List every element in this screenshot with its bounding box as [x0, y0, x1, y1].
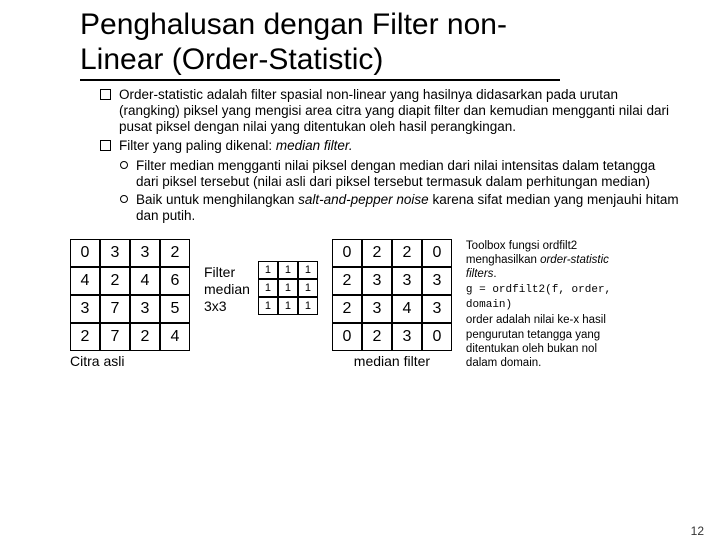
- grid-cell: 3: [130, 295, 160, 323]
- title-line1: Penghalusan dengan Filter non-: [80, 8, 507, 41]
- grid-cell: 1: [258, 279, 278, 297]
- right-grid-block: 0220233323430230 median filter: [332, 239, 452, 369]
- grid-cell: 1: [258, 261, 278, 279]
- grid-cell: 4: [392, 295, 422, 323]
- lower-row: 0332424637352724 Citra asli Filter media…: [70, 239, 720, 371]
- grid-cell: 1: [298, 261, 318, 279]
- grid-cell: 1: [278, 297, 298, 315]
- grid-cell: 0: [422, 323, 452, 351]
- grid-cell: 3: [130, 239, 160, 267]
- grid-cell: 2: [362, 323, 392, 351]
- grid-cell: 2: [392, 239, 422, 267]
- toolbox-code: g = ordfilt2(f, order, domain): [466, 284, 611, 312]
- grid-right-caption: median filter: [332, 353, 452, 369]
- grid-cell: 0: [70, 239, 100, 267]
- filter-block: Filter median 3x3 111111111: [204, 261, 318, 315]
- grid-cell: 3: [422, 295, 452, 323]
- grid-cell: 1: [278, 279, 298, 297]
- filter-label: Filter median 3x3: [204, 264, 250, 314]
- sub-bullet-ring-icon: [120, 195, 128, 203]
- page-number: 12: [691, 524, 704, 538]
- sub-bullet-2: Baik untuk menghilangkan salt-and-pepper…: [136, 192, 680, 224]
- bullet-box-icon: [100, 140, 111, 151]
- grid-kernel: 111111111: [258, 261, 318, 315]
- bullet-1: Order-statistic adalah filter spasial no…: [119, 87, 680, 136]
- grid-cell: 0: [422, 239, 452, 267]
- grid-cell: 5: [160, 295, 190, 323]
- grid-cell: 7: [100, 323, 130, 351]
- bullet-2: Filter yang paling dikenal: median filte…: [119, 138, 353, 154]
- grid-cell: 2: [100, 267, 130, 295]
- grid-cell: 1: [298, 279, 318, 297]
- grid-cell: 2: [362, 239, 392, 267]
- grid-cell: 2: [70, 323, 100, 351]
- title-line2: Linear (Order-Statistic): [80, 43, 383, 76]
- sub-bullets: Filter median mengganti nilai piksel den…: [120, 158, 680, 225]
- grid-left-caption: Citra asli: [70, 353, 190, 369]
- grid-cell: 3: [100, 239, 130, 267]
- grid-cell: 1: [278, 261, 298, 279]
- grid-cell: 6: [160, 267, 190, 295]
- grid-cell: 4: [160, 323, 190, 351]
- grid-cell: 2: [130, 323, 160, 351]
- grid-cell: 1: [258, 297, 278, 315]
- grid-cell: 2: [160, 239, 190, 267]
- grid-left: 0332424637352724: [70, 239, 190, 351]
- toolbox-note: Toolbox fungsi ordfilt2 menghasilkan ord…: [466, 239, 631, 371]
- grid-cell: 2: [332, 267, 362, 295]
- grid-cell: 0: [332, 323, 362, 351]
- bullet-box-icon: [100, 89, 111, 100]
- main-bullets: Order-statistic adalah filter spasial no…: [100, 87, 680, 154]
- grid-cell: 3: [392, 267, 422, 295]
- sub-bullet-1: Filter median mengganti nilai piksel den…: [136, 158, 680, 190]
- grid-cell: 7: [100, 295, 130, 323]
- grid-cell: 4: [70, 267, 100, 295]
- grid-cell: 1: [298, 297, 318, 315]
- left-grid-block: 0332424637352724 Citra asli: [70, 239, 190, 369]
- grid-cell: 3: [392, 323, 422, 351]
- grid-cell: 3: [362, 267, 392, 295]
- grid-cell: 4: [130, 267, 160, 295]
- grid-cell: 3: [70, 295, 100, 323]
- sub-bullet-ring-icon: [120, 161, 128, 169]
- grid-cell: 0: [332, 239, 362, 267]
- grid-cell: 2: [332, 295, 362, 323]
- title-underline: [80, 79, 560, 81]
- grid-right: 0220233323430230: [332, 239, 452, 351]
- grid-cell: 3: [362, 295, 392, 323]
- grid-cell: 3: [422, 267, 452, 295]
